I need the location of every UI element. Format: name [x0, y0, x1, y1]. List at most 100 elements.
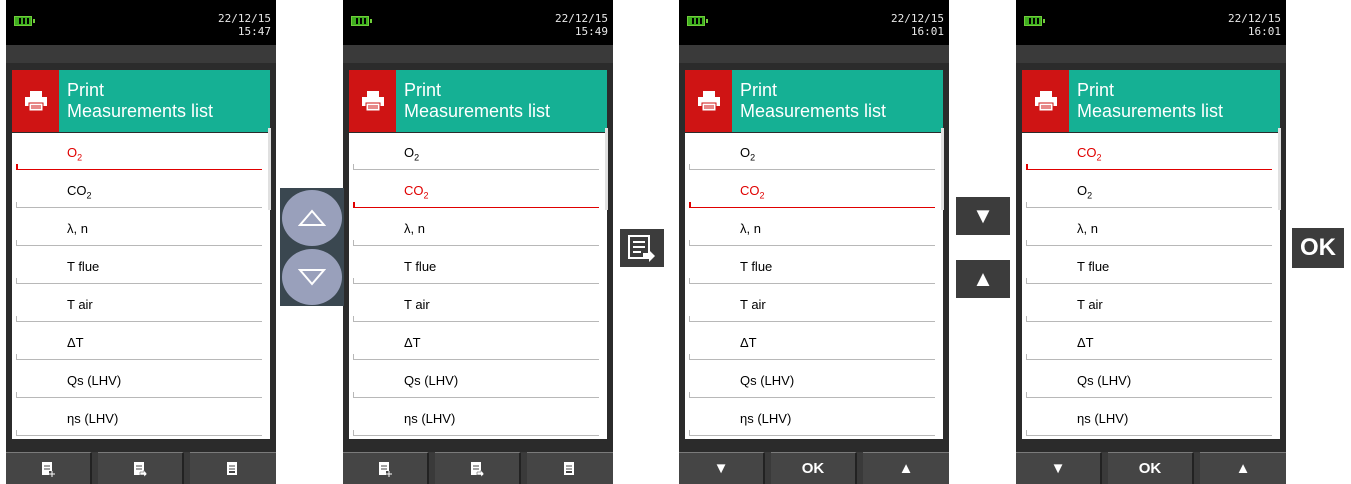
list-item[interactable]: ηs (LHV): [1022, 399, 1280, 437]
softkey-button[interactable]: [343, 452, 429, 484]
item-subscript: 2: [86, 190, 92, 201]
doc-add-icon: [42, 461, 55, 477]
header-text: Print Measurements list: [740, 80, 886, 122]
list-item[interactable]: T flue: [12, 247, 270, 285]
item-text: ηs (LHV): [404, 411, 456, 426]
item-tick: [1026, 392, 1030, 398]
list-item-label: T air: [67, 297, 93, 315]
softkey-label: ▲: [898, 460, 914, 477]
item-tick: [353, 354, 357, 360]
item-divider: [16, 169, 262, 170]
list-item[interactable]: T flue: [685, 247, 943, 285]
list-item[interactable]: Qs (LHV): [12, 361, 270, 399]
softkey-button[interactable]: [190, 452, 276, 484]
title-strip: [343, 45, 613, 63]
list-arrow-button[interactable]: [620, 229, 664, 267]
item-tick: [689, 278, 693, 284]
ok-button[interactable]: OK: [1292, 228, 1344, 268]
doc-add-icon: [379, 461, 392, 477]
status-bar: 22/12/15 15:47: [6, 0, 276, 45]
up-key[interactable]: [282, 190, 342, 246]
list-item-label: ηs (LHV): [740, 411, 791, 429]
softkey-button[interactable]: OK: [1108, 452, 1194, 484]
list-item[interactable]: λ, n: [349, 209, 607, 247]
list-item[interactable]: CO2: [12, 171, 270, 209]
softkey-button[interactable]: [435, 452, 521, 484]
list-item[interactable]: T flue: [1022, 247, 1280, 285]
menu-header: Print Measurements list: [1022, 70, 1280, 132]
list-item[interactable]: O2: [685, 133, 943, 171]
list-item[interactable]: O2: [1022, 171, 1280, 209]
list-item[interactable]: CO2: [349, 171, 607, 209]
datetime: 22/12/15 15:49: [555, 12, 608, 38]
list-item-label: O2: [67, 145, 82, 163]
item-text: Qs (LHV): [740, 373, 795, 388]
list-item[interactable]: T air: [1022, 285, 1280, 323]
softkey-button[interactable]: ▲: [863, 452, 949, 484]
item-divider: [353, 397, 599, 398]
down-key[interactable]: [282, 249, 342, 305]
item-text: O: [740, 145, 751, 160]
softkey-bar: [343, 452, 613, 484]
list-item[interactable]: T air: [685, 285, 943, 323]
scrollbar[interactable]: [605, 128, 608, 210]
list-item[interactable]: T flue: [349, 247, 607, 285]
item-tick: [1026, 202, 1030, 208]
list-item[interactable]: CO2: [1022, 133, 1280, 171]
header-title: Print: [67, 80, 105, 100]
list-item[interactable]: Qs (LHV): [685, 361, 943, 399]
softkey-button[interactable]: OK: [771, 452, 857, 484]
item-tick: [16, 430, 20, 436]
arrow-up-button[interactable]: ▲: [956, 260, 1010, 298]
scrollbar[interactable]: [268, 128, 271, 210]
softkey-label: ▲: [1235, 460, 1251, 477]
list-item[interactable]: λ, n: [12, 209, 270, 247]
time-text: 16:01: [1247, 25, 1281, 38]
item-divider: [16, 359, 262, 360]
list-item[interactable]: Qs (LHV): [1022, 361, 1280, 399]
list-item[interactable]: ηs (LHV): [685, 399, 943, 437]
arrow-down-button[interactable]: ▼: [956, 197, 1010, 235]
list-item-label: ηs (LHV): [67, 411, 118, 429]
list-item[interactable]: Qs (LHV): [349, 361, 607, 399]
list-item-label: λ, n: [67, 221, 88, 239]
item-divider: [353, 245, 599, 246]
list-item[interactable]: CO2: [685, 171, 943, 209]
item-divider: [1026, 207, 1272, 208]
header-subtitle: Measurements list: [1077, 101, 1224, 121]
softkey-button[interactable]: [527, 452, 613, 484]
softkey-button[interactable]: ▼: [679, 452, 765, 484]
list-item[interactable]: ΔT: [12, 323, 270, 361]
list-item-label: CO2: [740, 183, 765, 201]
list-item[interactable]: ηs (LHV): [12, 399, 270, 437]
item-tick: [353, 278, 357, 284]
list-item[interactable]: ΔT: [1022, 323, 1280, 361]
scrollbar[interactable]: [941, 128, 944, 210]
list-item[interactable]: λ, n: [1022, 209, 1280, 247]
softkey-bar: ▼ OK ▲: [1016, 452, 1286, 484]
item-divider: [16, 283, 262, 284]
softkey-button[interactable]: [6, 452, 92, 484]
softkey-button[interactable]: [98, 452, 184, 484]
softkey-button[interactable]: ▲: [1200, 452, 1286, 484]
list-item[interactable]: T air: [349, 285, 607, 323]
printer-icon: [349, 70, 396, 132]
list-item[interactable]: ΔT: [685, 323, 943, 361]
list-item-label: Qs (LHV): [740, 373, 794, 391]
list-item-label: Qs (LHV): [404, 373, 458, 391]
list-item[interactable]: T air: [12, 285, 270, 323]
scrollbar[interactable]: [1278, 128, 1281, 210]
title-strip: [1016, 45, 1286, 63]
list-item[interactable]: ηs (LHV): [349, 399, 607, 437]
item-text: T flue: [1077, 259, 1110, 274]
list-item-label: T flue: [404, 259, 436, 277]
list-item[interactable]: O2: [12, 133, 270, 171]
softkey-button[interactable]: ▼: [1016, 452, 1102, 484]
printer-icon: [12, 70, 59, 132]
item-tick: [689, 240, 693, 246]
list-item[interactable]: ΔT: [349, 323, 607, 361]
item-tick: [353, 164, 357, 170]
item-divider: [689, 397, 935, 398]
list-item[interactable]: O2: [349, 133, 607, 171]
list-item[interactable]: λ, n: [685, 209, 943, 247]
